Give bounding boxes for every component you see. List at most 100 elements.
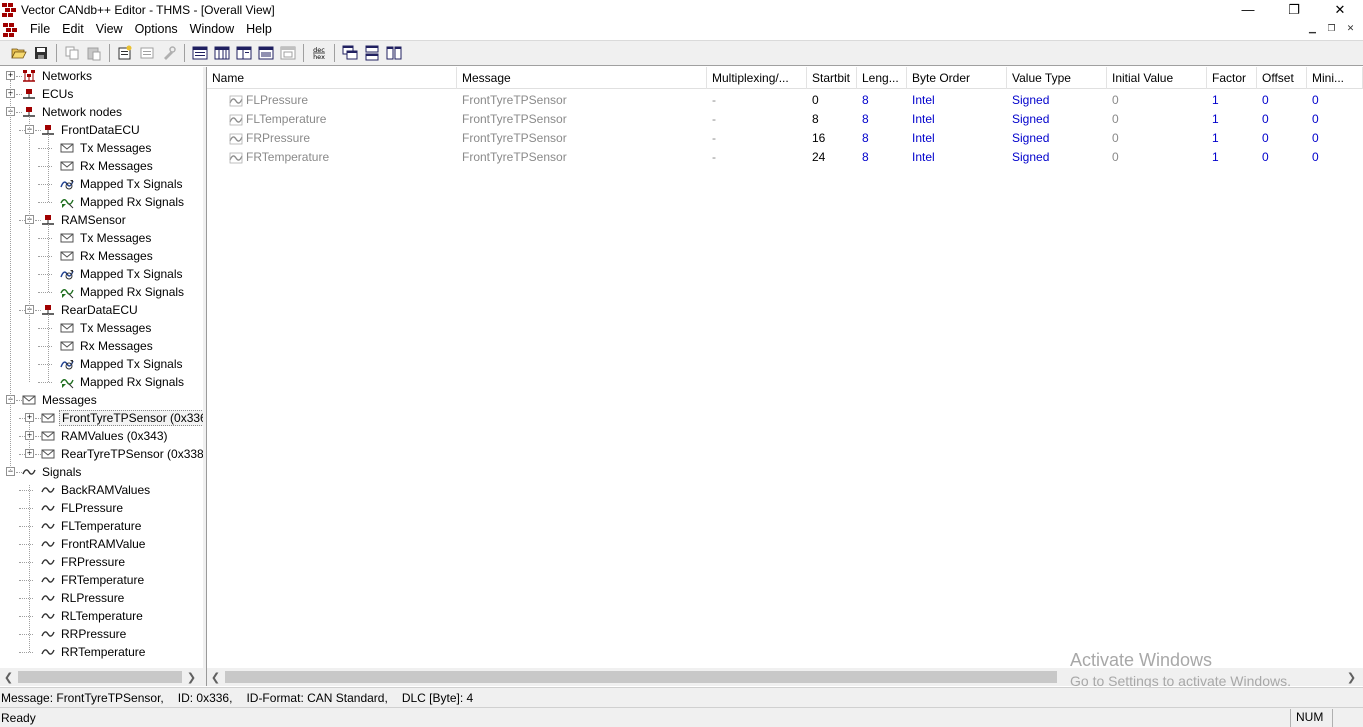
mdi-minimize-icon[interactable]: ▁ [1304, 21, 1321, 36]
table-cell[interactable]: Intel [907, 129, 1007, 148]
table-cell[interactable]: - [707, 148, 807, 167]
table-cell[interactable]: Intel [907, 148, 1007, 167]
table-cell[interactable]: - [707, 110, 807, 129]
tree-hscrollbar[interactable]: ❮ ❯ [0, 668, 203, 686]
tree-item-signal-9[interactable]: RRTemperature [41, 643, 147, 661]
table-view-icon[interactable] [211, 42, 233, 64]
tree-scroll-thumb[interactable] [18, 671, 182, 683]
column-header[interactable]: Name [207, 67, 457, 89]
table-cell[interactable]: Signed [1007, 129, 1107, 148]
column-header[interactable]: Value Type [1007, 67, 1107, 89]
signal-grid[interactable]: Name Message Multiplexing/... Startbit Leng.… [207, 67, 1363, 668]
menu-view[interactable]: View [91, 19, 130, 40]
open-folder-icon[interactable] [8, 42, 30, 64]
table-cell[interactable]: FrontTyreTPSensor [457, 129, 707, 148]
table-cell[interactable]: 0 [1257, 148, 1307, 167]
properties-icon[interactable] [114, 42, 136, 64]
scroll-right-icon[interactable]: ❯ [183, 668, 200, 686]
tree-item-node-0-child-2[interactable]: Mapped Tx Signals [60, 175, 185, 193]
table-cell[interactable]: 8 [857, 110, 907, 129]
tree-item-signal-3[interactable]: FrontRAMValue [41, 535, 147, 553]
tree-item-node-2-child-1[interactable]: Rx Messages [60, 337, 155, 355]
expand-icon[interactable]: + [6, 71, 15, 80]
tree-item-messages[interactable]: Messages [22, 391, 99, 409]
table-row[interactable]: FRPressure FrontTyreTPSensor -16 8 Intel Sign… [207, 129, 1363, 148]
dec-hex-toggle-icon[interactable]: dec hex [308, 42, 330, 64]
menu-edit[interactable]: Edit [57, 19, 91, 40]
column-header[interactable]: Message [457, 67, 707, 89]
table-cell[interactable]: Signed [1007, 148, 1107, 167]
column-header[interactable]: Initial Value [1107, 67, 1207, 89]
table-cell[interactable]: - [707, 91, 807, 110]
grid-scroll-thumb[interactable] [225, 671, 1057, 683]
menu-window[interactable]: Window [185, 19, 241, 40]
tree-item-node-1-child-1[interactable]: Rx Messages [60, 247, 155, 265]
tree-item-node-1-child-2[interactable]: Mapped Tx Signals [60, 265, 185, 283]
cell-name[interactable]: FLPressure [207, 91, 457, 110]
table-cell[interactable]: 16 [807, 129, 857, 148]
menu-file[interactable]: File [25, 19, 57, 40]
tree-item-node-2[interactable]: RearDataECU [41, 301, 140, 319]
mdi-close-icon[interactable]: ✕ [1342, 21, 1359, 36]
scroll-left-icon[interactable]: ❮ [0, 668, 17, 686]
tree-item-signals[interactable]: Signals [22, 463, 83, 481]
column-header[interactable]: Factor [1207, 67, 1257, 89]
tree-item-node-2-child-3[interactable]: Mapped Rx Signals [60, 373, 186, 391]
tree-item-signal-8[interactable]: RRPressure [41, 625, 128, 643]
table-cell[interactable]: 0 [1107, 110, 1207, 129]
table-cell[interactable]: - [707, 129, 807, 148]
column-header[interactable]: Startbit [807, 67, 857, 89]
table-cell[interactable]: Intel [907, 91, 1007, 110]
menu-options[interactable]: Options [130, 19, 185, 40]
tree-item-node-0-child-0[interactable]: Tx Messages [60, 139, 153, 157]
table-cell[interactable]: 8 [857, 129, 907, 148]
table-cell[interactable]: 0 [1307, 110, 1363, 129]
tree-item-signal-6[interactable]: RLPressure [41, 589, 126, 607]
tree-item-ecus[interactable]: ECUs [22, 85, 75, 103]
table-cell[interactable]: 0 [1257, 129, 1307, 148]
table-cell[interactable]: 0 [1107, 91, 1207, 110]
table-cell[interactable]: FrontTyreTPSensor [457, 148, 707, 167]
document-icon[interactable] [3, 22, 19, 37]
table-row[interactable]: FLPressure FrontTyreTPSensor -0 8 Intel Signe… [207, 91, 1363, 110]
table-cell[interactable]: Signed [1007, 110, 1107, 129]
tree-item-node-2-child-0[interactable]: Tx Messages [60, 319, 153, 337]
tile-horizontal-icon[interactable] [361, 42, 383, 64]
tree-item-node-0[interactable]: FrontDataECU [41, 121, 142, 139]
tree-item-message-0[interactable]: FrontTyreTPSensor (0x336) [41, 409, 203, 427]
table-cell[interactable]: 0 [1307, 148, 1363, 167]
table-cell[interactable]: 0 [1107, 129, 1207, 148]
table-row[interactable]: FLTemperature FrontTyreTPSensor -8 8 Intel Si… [207, 110, 1363, 129]
table-cell[interactable]: Signed [1007, 91, 1107, 110]
minimize-button[interactable]: — [1225, 0, 1271, 19]
cascade-windows-icon[interactable] [339, 42, 361, 64]
scroll-left-icon[interactable]: ❮ [207, 668, 224, 686]
table-cell[interactable]: 0 [1257, 110, 1307, 129]
close-button[interactable]: ✕ [1317, 0, 1363, 19]
column-header[interactable]: Multiplexing/... [707, 67, 807, 89]
tile-vertical-icon[interactable] [383, 42, 405, 64]
tree-item-network-nodes[interactable]: Network nodes [22, 103, 124, 121]
table-cell[interactable]: Intel [907, 110, 1007, 129]
save-icon[interactable] [30, 42, 52, 64]
table-cell[interactable]: FrontTyreTPSensor [457, 91, 707, 110]
restore-button[interactable]: ❐ [1271, 0, 1317, 19]
table-cell[interactable]: 1 [1207, 110, 1257, 129]
tree-item-node-1-child-3[interactable]: Mapped Rx Signals [60, 283, 186, 301]
table-cell[interactable]: 0 [1307, 91, 1363, 110]
column-header[interactable]: Leng... [857, 67, 907, 89]
table-cell[interactable]: 24 [807, 148, 857, 167]
object-tree[interactable]: + Networks + ECUs − Network nodes − FrontDataEC… [0, 67, 203, 668]
table-cell[interactable]: 8 [807, 110, 857, 129]
table-row[interactable]: FRTemperature FrontTyreTPSensor -24 8 Intel S… [207, 148, 1363, 167]
table-cell[interactable]: 0 [807, 91, 857, 110]
table-cell[interactable]: 0 [1107, 148, 1207, 167]
tree-item-networks[interactable]: Networks [22, 67, 94, 85]
tree-item-signal-7[interactable]: RLTemperature [41, 607, 145, 625]
table-cell[interactable]: FrontTyreTPSensor [457, 110, 707, 129]
table-cell[interactable]: 1 [1207, 148, 1257, 167]
tree-item-signal-0[interactable]: BackRAMValues [41, 481, 152, 499]
scroll-right-icon[interactable]: ❯ [1343, 668, 1360, 686]
tree-item-signal-1[interactable]: FLPressure [41, 499, 125, 517]
tree-item-node-0-child-3[interactable]: Mapped Rx Signals [60, 193, 186, 211]
